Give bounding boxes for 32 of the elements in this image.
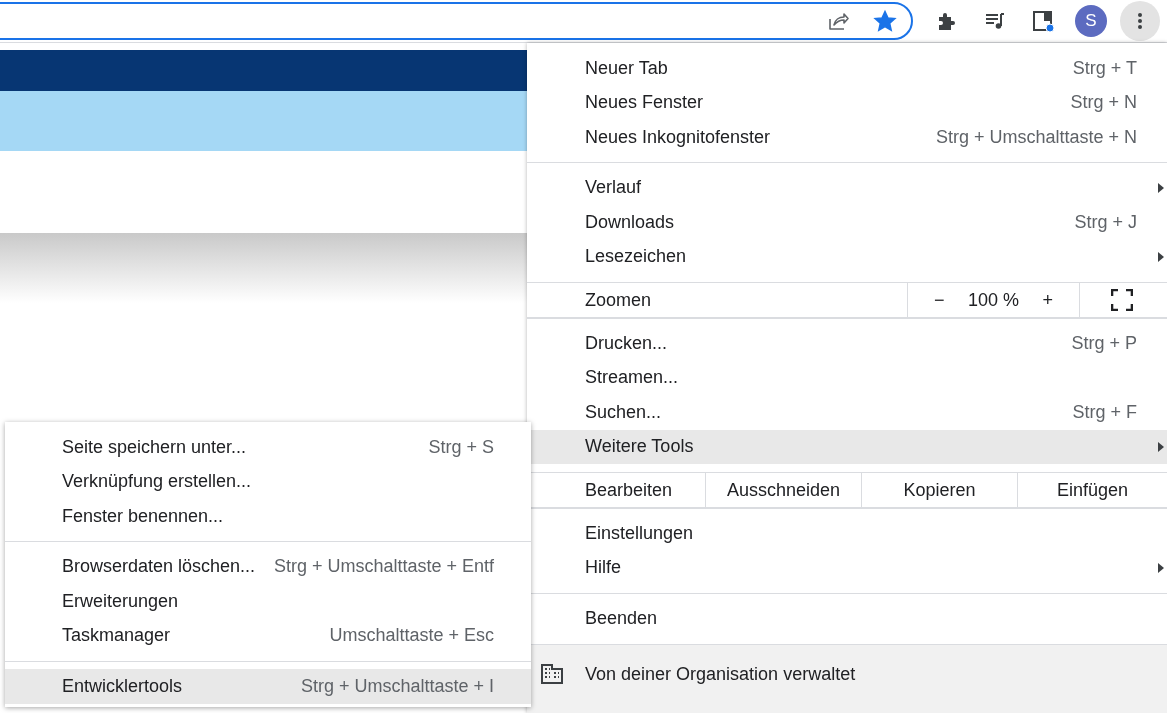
zoom-out-button[interactable]: −	[928, 289, 951, 311]
submenu-arrow-icon	[1157, 440, 1165, 453]
edit-button[interactable]: Einfügen	[1018, 473, 1167, 507]
submenu-arrow-icon	[1157, 250, 1165, 263]
menu-button[interactable]	[1120, 1, 1160, 41]
edit-button[interactable]: Kopieren	[862, 473, 1018, 507]
edit-button[interactable]: Ausschneiden	[706, 473, 862, 507]
menu-item[interactable]: Suchen... Strg + F	[527, 395, 1167, 430]
menu-item[interactable]: Verknüpfung erstellen...	[5, 464, 531, 499]
menu-item[interactable]: Streamen...	[527, 360, 1167, 395]
menu-label: Zoomen	[527, 283, 908, 317]
menu-item[interactable]: Neues Fenster Strg + N	[527, 85, 1167, 120]
menu-label: Bearbeiten	[585, 473, 706, 507]
fullscreen-icon[interactable]	[1110, 289, 1133, 311]
submenu-arrow-icon	[1157, 181, 1165, 194]
menu-item[interactable]: Neues Inkognitofenster Strg + Umschalttaste + N	[527, 120, 1167, 155]
more-vertical-icon	[1138, 12, 1142, 30]
menu-item[interactable]: Downloads Strg + J	[527, 205, 1167, 240]
menu-item[interactable]: Lesezeichen	[527, 239, 1167, 274]
menu-item[interactable]: Neuer Tab Strg + T	[527, 51, 1167, 86]
submenu-arrow-icon	[1157, 561, 1165, 574]
menu-item[interactable]: Drucken... Strg + P	[527, 326, 1167, 361]
menu-item[interactable]: Verlauf	[527, 170, 1167, 205]
side-panel-icon[interactable]	[1031, 9, 1055, 33]
menu-item[interactable]: Entwicklertools Strg + Umschalttaste + I	[5, 669, 531, 704]
managed-notice[interactable]: Von deiner Organisation verwaltet	[527, 643, 1167, 713]
address-bar[interactable]	[0, 2, 913, 40]
zoom-in-button[interactable]: +	[1036, 289, 1059, 311]
profile-avatar[interactable]: S	[1075, 5, 1107, 37]
building-icon	[541, 663, 563, 684]
zoom-level: 100 %	[967, 289, 1019, 311]
star-icon[interactable]	[873, 9, 897, 33]
